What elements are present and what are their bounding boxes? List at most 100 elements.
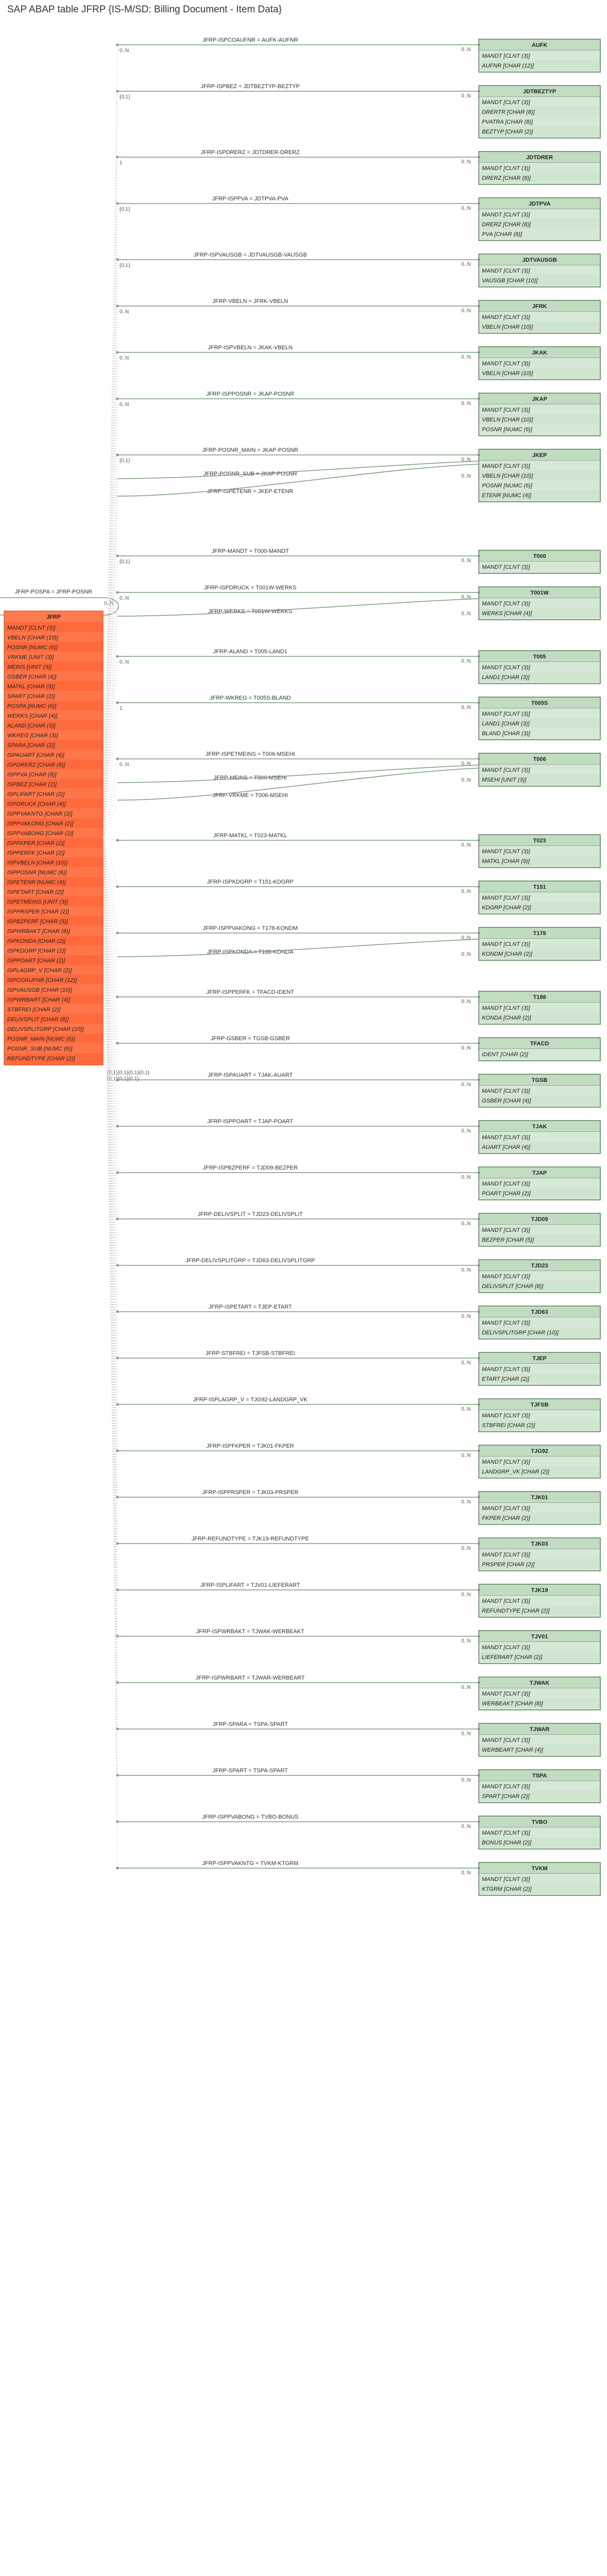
target-field: DRERZ [CHAR (8)] xyxy=(482,222,531,228)
fk-mult: 0..N xyxy=(461,1267,471,1273)
fk-mult: 0..N xyxy=(461,93,471,99)
fk-mult-src: 1 xyxy=(119,160,123,166)
root-field: ISPVAUSGB [CHAR (10)] xyxy=(7,987,73,993)
fk-mult-src: 1 xyxy=(119,706,123,711)
root-field: DELIVSPLITGRP [CHAR (10)] xyxy=(7,1026,84,1032)
target-field: MANDT [CLNT (3)] xyxy=(482,165,530,172)
fk-mult: 0..N xyxy=(461,1638,471,1644)
target-field: MANDT [CLNT (3)] xyxy=(482,601,530,607)
target-field: POSNR [NUMC (6)] xyxy=(482,483,533,489)
target-title: T000 xyxy=(533,553,546,560)
root-field: ISPBZPERF [CHAR (5)] xyxy=(7,919,68,925)
target-field: BEZTYP [CHAR (2)] xyxy=(482,129,533,135)
fk-edge-label-3: JFRP-ISPETENR = JKEP-ETENR xyxy=(207,488,293,495)
target-field: MANDT [CLNT (3)] xyxy=(482,1005,530,1011)
target-field: MANDT [CLNT (3)] xyxy=(482,1227,530,1233)
fk-mult: 0..N xyxy=(461,1360,471,1366)
svg-text:0..N: 0..N xyxy=(461,473,471,479)
target-field: IDENT [CHAR (2)] xyxy=(482,1052,529,1058)
root-field: MEINS [UNIT (3)] xyxy=(7,664,52,670)
fk-mult: 0..N xyxy=(461,1546,471,1551)
fk-edge-label: JFRP-ISPLAGRP_V = TJG92-LANDGRP_VK xyxy=(193,1397,308,1403)
fk-edge-label: JFRP-SPARA = TSPA-SPART xyxy=(213,1721,288,1727)
root-field: ISPKONDA [CHAR (2)] xyxy=(7,938,66,944)
root-field: ISPCOAUFNR [CHAR (12)] xyxy=(7,977,77,984)
root-field: POSNR [NUMC (6)] xyxy=(7,645,58,651)
root-field: DELIVSPLIT [CHAR (8)] xyxy=(7,1016,69,1023)
target-field: MANDT [CLNT (3)] xyxy=(482,1459,530,1465)
target-field: MANDT [CLNT (3)] xyxy=(482,665,530,671)
target-field: MANDT [CLNT (3)] xyxy=(482,268,530,274)
fk-edge-label: JFRP-GSBER = TGSB-GSBER xyxy=(211,1036,290,1042)
target-title: JFRK xyxy=(532,303,547,310)
root-field: ISPWRBAKT [CHAR (8)] xyxy=(7,928,71,935)
target-title: T006 xyxy=(533,756,546,762)
fk-mult-src: 0..N xyxy=(119,309,129,315)
fk-edge-label: JFRP-ISPBEZ = JDTBEZTYP-BEZTYP xyxy=(201,83,300,90)
root-title: JFRP xyxy=(46,614,61,620)
root-field: ISPLAGRP_V [CHAR (2)] xyxy=(7,968,72,974)
fk-edge-label: JFRP-ISPDRUCK = T001W-WERKS xyxy=(204,585,297,591)
fk-mult-src: {0,1} xyxy=(119,458,130,464)
fk-edge-label: JFRP-ISPAUART = TJAK-AUART xyxy=(208,1072,293,1078)
root-field: MANDT [CLNT (3)] xyxy=(7,625,56,631)
target-field: STBFREI [CHAR (2)] xyxy=(482,1422,535,1429)
target-field: WERBEART [CHAR (4)] xyxy=(482,1747,544,1753)
fk-mult: 0..N xyxy=(461,401,471,406)
target-title: TSPA xyxy=(532,1773,547,1779)
fk-mult: 0..N xyxy=(461,206,471,211)
fk-edge-label: JFRP-ISPLIFART = TJV01-LIEFERART xyxy=(200,1582,300,1588)
fk-mult-src: 0..N xyxy=(119,355,129,361)
target-title: TJWAR xyxy=(530,1726,550,1733)
target-title: T178 xyxy=(533,930,546,937)
target-field: MANDT [CLNT (3)] xyxy=(482,564,530,570)
target-field: MANDT [CLNT (3)] xyxy=(482,711,530,717)
fk-edge-label: JFRP-ISPKDGRP = T151-KDGRP xyxy=(207,879,293,885)
fk-edge-label: JFRP-VBELN = JFRK-VBELN xyxy=(212,298,288,304)
fk-edge-label: JFRP-ISPVBELN = JKAK-VBELN xyxy=(208,345,293,351)
target-field: VBELN [CHAR (10)] xyxy=(482,370,533,377)
target-field: MANDT [CLNT (3)] xyxy=(482,1134,530,1141)
fk-edge-label: JFRP-ISPDRERZ = JDTDRER-DRERZ xyxy=(201,149,300,156)
fk-mult-src: 0..N xyxy=(119,402,129,408)
fk-edge-label: JFRP-STBFREI = TJFSB-STBFREI xyxy=(205,1350,295,1357)
fk-mult-src: 0..N xyxy=(119,762,129,768)
root-field: ISPLIFART [CHAR (2)] xyxy=(7,791,65,798)
target-title: T151 xyxy=(533,884,546,890)
root-field: ISPETMEINS [UNIT (3)] xyxy=(7,899,68,905)
target-field: MANDT [CLNT (3)] xyxy=(482,1876,530,1883)
target-field: LAND1 [CHAR (3)] xyxy=(482,721,530,727)
fk-mult: 0..N xyxy=(461,1499,471,1505)
fk-edge-label: JFRP-ISPBZPERF = TJD09-BEZPER xyxy=(203,1165,298,1171)
fk-edge-label: JFRP-ISPPOSNR = JKAP-POSNR xyxy=(206,391,294,397)
fk-mult: 0..N xyxy=(461,1128,471,1134)
target-field: GSBER [CHAR (4)] xyxy=(482,1098,531,1104)
target-field: MANDT [CLNT (3)] xyxy=(482,1274,530,1280)
target-title: TJD23 xyxy=(531,1263,548,1269)
fk-edge-label: JFRP-ISPPRSPER = TJK03-PRSPER xyxy=(202,1489,298,1496)
root-field: MATKL [CHAR (9)] xyxy=(7,684,55,690)
target-field: MANDT [CLNT (3)] xyxy=(482,1598,530,1604)
target-field: VAUSGB [CHAR (10)] xyxy=(482,278,538,284)
fk-edge-label: JFRP-ISPWRBAKT = TJWAK-WERBEAKT xyxy=(196,1629,305,1635)
target-title: T005 xyxy=(533,654,546,660)
target-title: T188 xyxy=(533,994,546,1001)
target-field: PRSPER [CHAR (2)] xyxy=(482,1562,535,1568)
root-field: ISPETENR [NUMC (4)] xyxy=(7,879,66,886)
fk-mult: 0..N xyxy=(461,889,471,894)
target-title: TJFSB xyxy=(531,1402,549,1408)
target-field: VBELN [CHAR (10)] xyxy=(482,473,533,479)
target-field: POART [CHAR (2)] xyxy=(482,1191,531,1197)
target-field: VBELN [CHAR (10)] xyxy=(482,324,533,330)
target-title: JDTVAUSGB xyxy=(522,257,557,263)
target-title: JDTPVA xyxy=(529,201,551,207)
target-title: TVKM xyxy=(531,1866,547,1872)
fk-mult: 0..N xyxy=(461,262,471,267)
fk-edge-label: JFRP-ISPETMEINS = T006-MSEHI xyxy=(205,751,295,757)
target-field: MANDT [CLNT (3)] xyxy=(482,1088,530,1094)
root-field: VBELN [CHAR (10)] xyxy=(7,635,59,641)
root-field: ISPPVABONG [CHAR (2)] xyxy=(7,831,74,837)
target-title: TJK03 xyxy=(531,1541,548,1547)
root-field: WKREG [CHAR (3)] xyxy=(7,733,58,739)
target-field: MANDT [CLNT (3)] xyxy=(482,1784,530,1790)
